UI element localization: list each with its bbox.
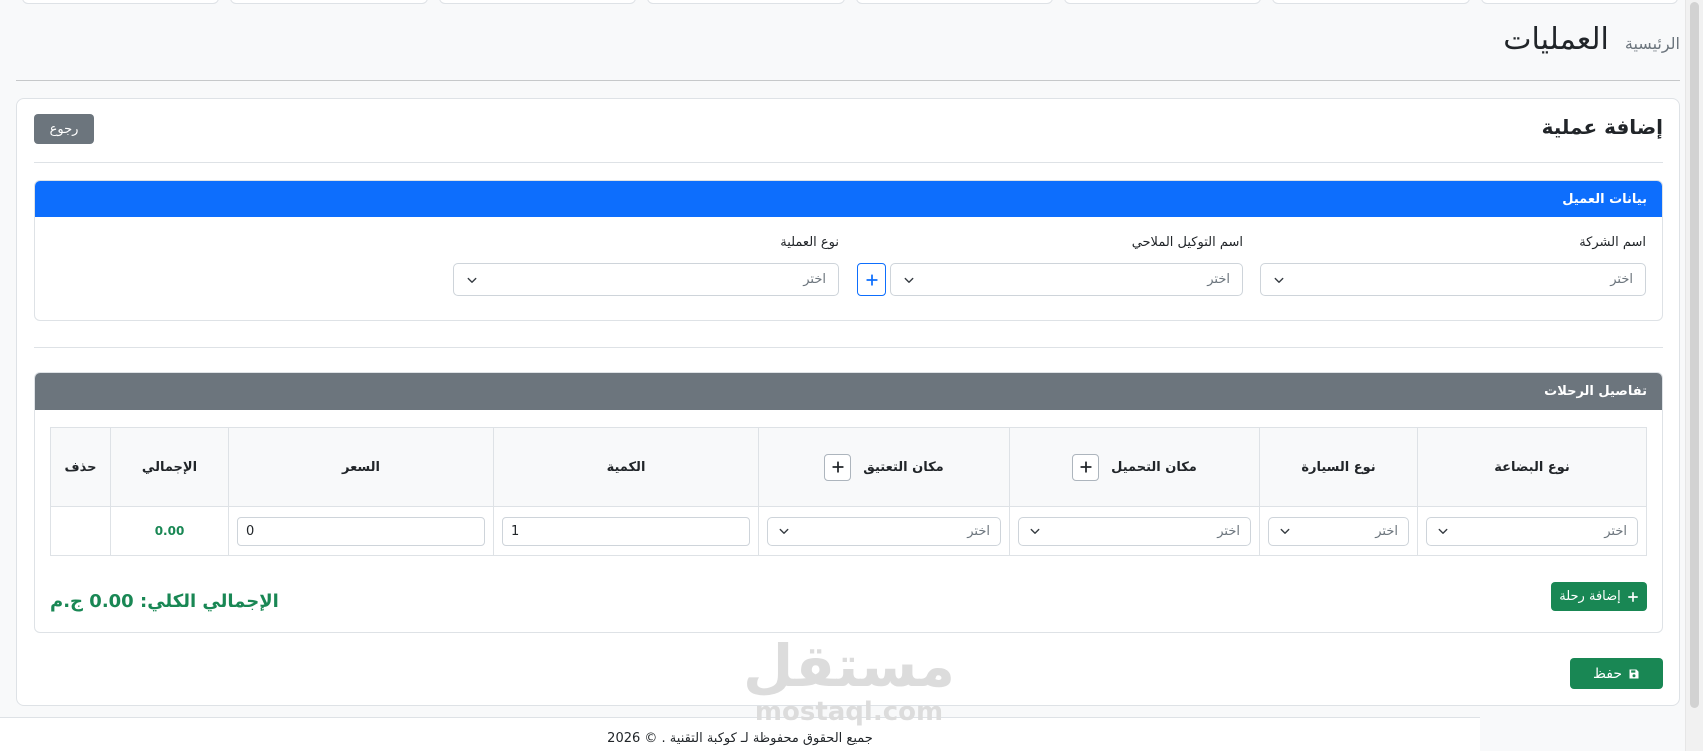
operation-type-select[interactable]: اختر <box>453 263 839 296</box>
table-header-row: نوع البضاعة نوع السيارة مكان التحميل مكا… <box>50 427 1647 507</box>
price-input[interactable] <box>237 516 485 546</box>
operation-type-select-text: اختر <box>803 272 826 287</box>
quantity-input[interactable] <box>502 516 750 546</box>
shipping-agency-select[interactable]: اختر <box>890 263 1243 296</box>
add-trip-button[interactable]: إضافة رحلة <box>1551 582 1647 611</box>
footer-copyright: جميع الحقوق محفوظة لـ كوكبة التقنية . © … <box>607 731 873 746</box>
shipping-agency-select-text: اختر <box>1207 272 1230 287</box>
col-price: السعر <box>228 427 494 507</box>
top-card <box>647 0 845 4</box>
section-divider <box>34 347 1663 348</box>
chevron-down-icon <box>903 274 915 286</box>
operation-type-label: نوع العملية <box>780 235 839 250</box>
save-button-label: حفظ <box>1592 665 1623 682</box>
back-button[interactable]: رجوع <box>34 114 94 144</box>
grand-total-value: 0.00 <box>89 591 134 612</box>
trips-panel-header: تفاصيل الرحلات <box>35 373 1662 410</box>
top-card <box>230 0 428 4</box>
add-shipping-agency-button[interactable] <box>857 263 886 296</box>
col-quantity: الكمية <box>493 427 759 507</box>
unloading-place-cell: اختر <box>758 506 1010 556</box>
col-loading-place: مكان التحميل <box>1009 427 1260 507</box>
col-vehicle-type: نوع السيارة <box>1259 427 1418 507</box>
chevron-down-icon <box>1273 274 1285 286</box>
trips-panel-body: نوع البضاعة نوع السيارة مكان التحميل مكا… <box>35 410 1662 632</box>
col-loading-place-label: مكان التحميل <box>1111 459 1197 475</box>
unloading-place-select[interactable]: اختر <box>767 516 1001 546</box>
top-card <box>438 0 637 4</box>
top-card <box>22 0 220 4</box>
price-cell <box>228 506 494 556</box>
plus-icon <box>832 461 844 473</box>
col-goods-type: نوع البضاعة <box>1417 427 1647 507</box>
company-name-select[interactable]: اختر <box>1260 263 1646 296</box>
floppy-disk-icon <box>1629 669 1639 678</box>
scrollbar-thumb[interactable] <box>1690 2 1699 708</box>
footer: جميع الحقوق محفوظة لـ كوكبة التقنية . © … <box>0 717 1480 751</box>
table-row: اختر اختر اختر اختر 1 0 0.00 <box>50 506 1647 556</box>
add-trip-label: إضافة رحلة <box>1559 589 1621 604</box>
client-data-panel: بيانات العميل اسم الشركة اختر اسم التوكي… <box>34 180 1663 321</box>
vehicle-type-select-text: اختر <box>1375 523 1398 539</box>
page-title: العمليات <box>1503 22 1609 57</box>
vehicle-type-select[interactable]: اختر <box>1268 516 1409 546</box>
delete-cell <box>50 506 111 556</box>
col-unloading-place-label: مكان التعتيق <box>863 459 944 475</box>
row-total-cell: 0.00 <box>110 506 229 556</box>
client-panel-title: بيانات العميل <box>1562 191 1647 207</box>
header-divider <box>16 80 1680 81</box>
card-title: إضافة عملية <box>1541 115 1663 139</box>
grand-total-label: الإجمالي الكلي: <box>140 591 279 612</box>
goods-type-select-text: اختر <box>1604 523 1627 539</box>
unloading-place-select-text: اختر <box>967 523 990 539</box>
trips-panel-title: تفاصيل الرحلات <box>1544 384 1647 399</box>
plus-icon <box>865 273 878 286</box>
top-card <box>855 0 1053 4</box>
breadcrumb-home-link[interactable]: الرئيسية <box>1625 22 1680 66</box>
grand-total: الإجمالي الكلي: 0.00 ج.م <box>50 588 279 616</box>
row-total-value: 0.00 <box>154 524 185 538</box>
company-name-label: اسم الشركة <box>1579 235 1646 250</box>
trips-details-panel: تفاصيل الرحلات نوع البضاعة نوع السيارة م… <box>34 372 1663 633</box>
col-delete: حذف <box>50 427 111 507</box>
grand-total-currency: ج.م <box>50 591 84 612</box>
quantity-cell <box>493 506 759 556</box>
goods-type-cell: اختر <box>1417 506 1647 556</box>
loading-place-cell: اختر <box>1009 506 1260 556</box>
top-card <box>1272 0 1470 4</box>
shipping-agency-label: اسم التوكيل الملاحي <box>1131 235 1243 250</box>
chevron-down-icon <box>1029 525 1041 537</box>
chevron-down-icon <box>1437 525 1449 537</box>
vehicle-type-cell: اختر <box>1259 506 1418 556</box>
loading-place-select-text: اختر <box>1217 523 1240 539</box>
trips-table: نوع البضاعة نوع السيارة مكان التحميل مكا… <box>50 427 1647 556</box>
breadcrumb: الرئيسية العمليات <box>1503 18 1680 62</box>
top-cards-row <box>22 0 1678 4</box>
top-card <box>1063 0 1262 4</box>
card-divider <box>34 162 1663 163</box>
col-total: الإجمالي <box>110 427 229 507</box>
company-name-select-text: اختر <box>1610 272 1633 287</box>
save-button[interactable]: حفظ <box>1570 658 1663 689</box>
chevron-down-icon <box>1279 525 1291 537</box>
chevron-down-icon <box>466 274 478 286</box>
back-button-label: رجوع <box>49 121 79 137</box>
client-panel-body: اسم الشركة اختر اسم التوكيل الملاحي اختر… <box>35 217 1662 320</box>
add-operation-card: إضافة عملية رجوع بيانات العميل اسم الشرك… <box>16 98 1680 706</box>
vertical-scrollbar[interactable] <box>1685 0 1703 751</box>
goods-type-select[interactable]: اختر <box>1426 516 1638 546</box>
col-unloading-place: مكان التعتيق <box>758 427 1010 507</box>
chevron-down-icon <box>778 525 790 537</box>
add-unloading-place-button[interactable] <box>824 453 852 481</box>
client-panel-header: بيانات العميل <box>35 181 1662 217</box>
loading-place-select[interactable]: اختر <box>1018 516 1251 546</box>
plus-icon <box>1627 591 1638 602</box>
plus-icon <box>1079 461 1092 473</box>
add-loading-place-button[interactable] <box>1072 453 1100 481</box>
top-card <box>1480 0 1678 4</box>
